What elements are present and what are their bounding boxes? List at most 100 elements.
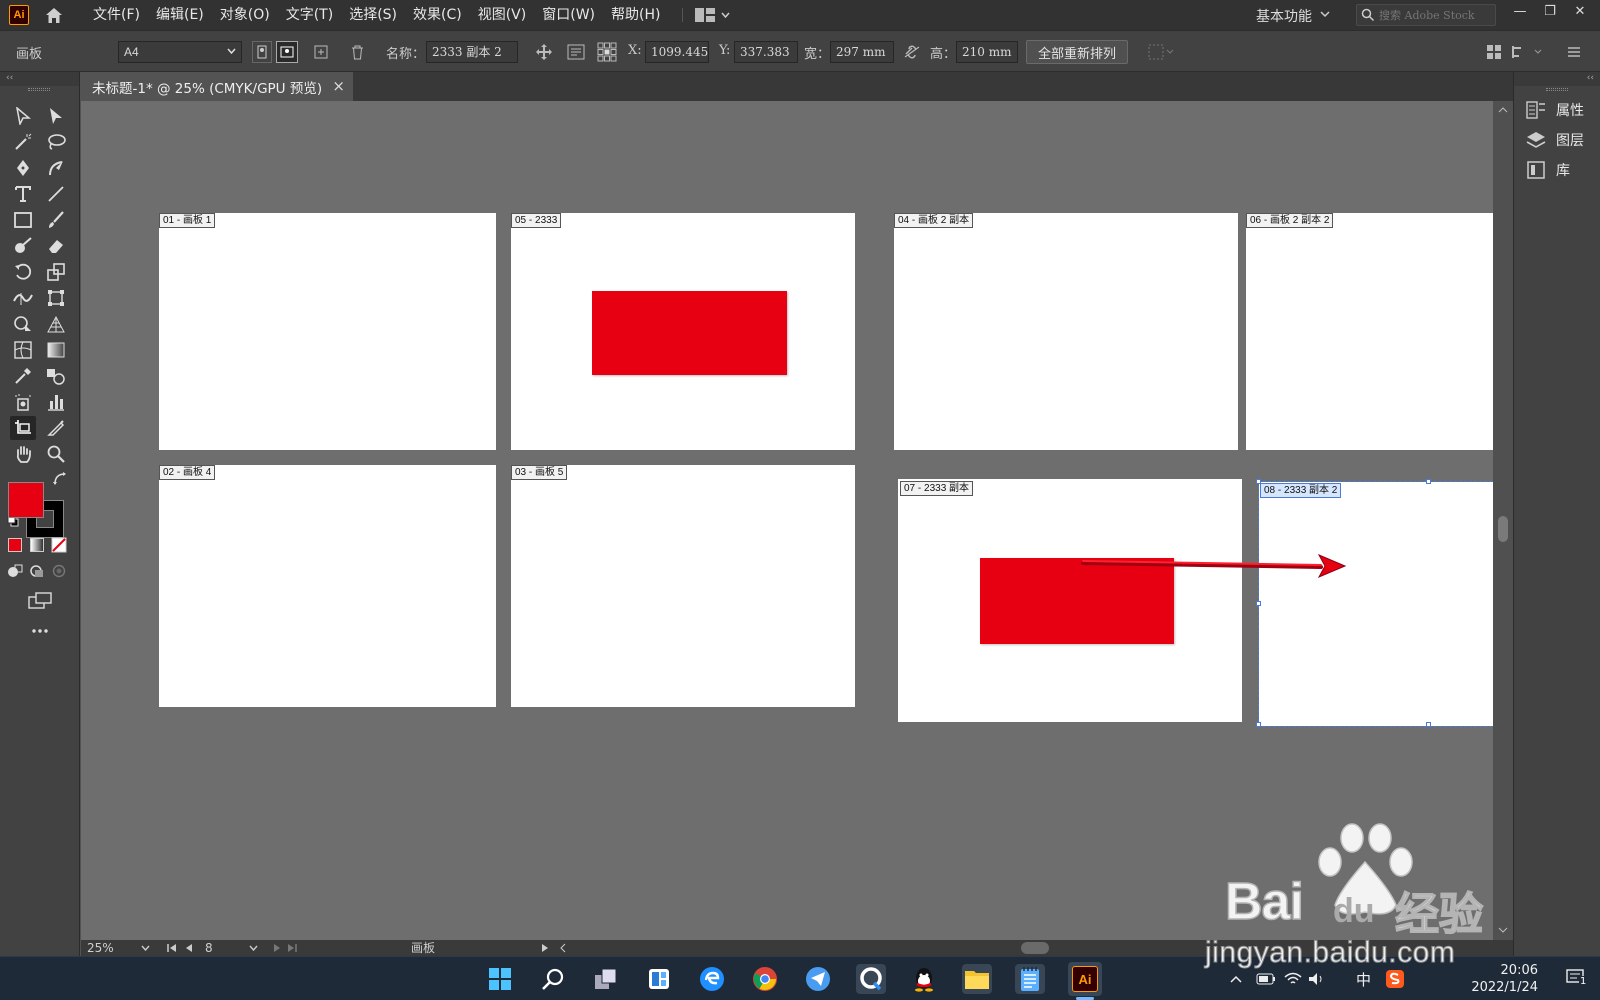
align-options-icon[interactable]	[1146, 42, 1176, 62]
landscape-icon[interactable]	[276, 41, 298, 63]
search-input[interactable]	[1379, 8, 1489, 22]
next-artboard-icon[interactable]	[273, 943, 281, 953]
eraser-tool-icon[interactable]	[43, 234, 69, 258]
zoom-level[interactable]: 25%	[87, 940, 114, 956]
chevron-up-icon[interactable]	[1230, 975, 1242, 983]
type-tool-icon[interactable]	[10, 182, 36, 206]
home-icon[interactable]	[43, 4, 65, 26]
windows-start-icon[interactable]	[485, 964, 515, 994]
none-mode-icon[interactable]	[48, 534, 70, 556]
column-graph-tool-icon[interactable]	[43, 390, 69, 414]
magic-wand-tool-icon[interactable]	[10, 130, 36, 154]
notification-center[interactable]: 1	[1566, 969, 1590, 991]
mesh-tool-icon[interactable]	[10, 338, 36, 362]
widgets-icon[interactable]	[644, 964, 674, 994]
width-tool-icon[interactable]	[10, 286, 36, 310]
line-tool-icon[interactable]	[43, 182, 69, 206]
paintbrush-tool-icon[interactable]	[43, 208, 69, 232]
collapse-panel-icon[interactable]: ‹‹	[1514, 72, 1600, 86]
panel-grip[interactable]	[1546, 88, 1568, 91]
link-icon[interactable]	[902, 43, 922, 61]
feishu-icon[interactable]	[803, 964, 833, 994]
direct-selection-tool-icon[interactable]	[43, 104, 69, 128]
status-menu-icon[interactable]	[541, 943, 549, 953]
menu-type[interactable]: 文字(T)	[278, 0, 341, 30]
symbol-sprayer-tool-icon[interactable]	[10, 390, 36, 414]
scroll-up-icon[interactable]	[1498, 107, 1508, 113]
gradient-mode-icon[interactable]	[26, 534, 48, 556]
menu-effect[interactable]: 效果(C)	[405, 0, 470, 30]
x-field[interactable]: 1099.445	[645, 41, 709, 63]
chevron-down-icon[interactable]	[141, 945, 150, 951]
search-icon[interactable]	[538, 964, 568, 994]
sogou-input-icon[interactable]	[1385, 969, 1405, 989]
scroll-left-icon[interactable]	[559, 943, 567, 953]
hand-tool-icon[interactable]	[10, 442, 36, 466]
edit-toolbar-icon[interactable]	[26, 622, 54, 640]
arrange-documents-button[interactable]	[682, 8, 731, 22]
horizontal-scroll-thumb[interactable]	[1021, 942, 1049, 954]
lasso-tool-icon[interactable]	[43, 130, 69, 154]
menu-window[interactable]: 窗口(W)	[534, 0, 603, 30]
zoom-tool-icon[interactable]	[43, 442, 69, 466]
blend-tool-icon[interactable]	[43, 364, 69, 388]
close-document-icon[interactable]: ×	[332, 77, 345, 95]
menu-select[interactable]: 选择(S)	[341, 0, 405, 30]
qq-icon[interactable]	[909, 964, 939, 994]
menu-file[interactable]: 文件(F)	[85, 0, 148, 30]
shape-builder-tool-icon[interactable]	[10, 312, 36, 336]
delete-artboard-icon[interactable]	[348, 43, 366, 61]
portrait-icon[interactable]	[252, 41, 272, 63]
eyedropper-tool-icon[interactable]	[10, 364, 36, 388]
menu-help[interactable]: 帮助(H)	[603, 0, 668, 30]
slice-tool-icon[interactable]	[43, 416, 69, 440]
scale-tool-icon[interactable]	[43, 260, 69, 284]
draw-inside-icon[interactable]	[48, 560, 70, 582]
illustrator-taskbar-icon[interactable]: Ai	[1068, 962, 1102, 996]
stock-search[interactable]	[1356, 4, 1496, 26]
panel-libraries[interactable]: 库	[1526, 160, 1570, 180]
gradient-tool-icon[interactable]	[43, 338, 69, 362]
scroll-down-icon[interactable]	[1498, 927, 1508, 933]
selection-tool-icon[interactable]	[10, 104, 36, 128]
shaper-tool-icon[interactable]	[10, 234, 36, 258]
scroll-thumb[interactable]	[1498, 516, 1508, 542]
panel-layers[interactable]: 图层	[1526, 130, 1584, 150]
restore-button[interactable]: ❐	[1536, 0, 1564, 22]
screen-mode-icon[interactable]	[26, 590, 54, 612]
draw-behind-icon[interactable]	[26, 560, 48, 582]
volume-icon[interactable]	[1308, 972, 1326, 986]
curvature-tool-icon[interactable]	[43, 156, 69, 180]
free-transform-tool-icon[interactable]	[43, 286, 69, 310]
input-method-indicator[interactable]: 中	[1356, 969, 1371, 990]
draw-normal-icon[interactable]	[4, 560, 26, 582]
workspace-switcher[interactable]: 基本功能	[1256, 6, 1312, 26]
height-field[interactable]: 210 mm	[956, 41, 1018, 63]
edge-browser-icon[interactable]	[697, 964, 727, 994]
menu-view[interactable]: 视图(V)	[470, 0, 535, 30]
minimize-button[interactable]: —	[1506, 0, 1534, 22]
last-artboard-icon[interactable]	[287, 943, 297, 953]
toolbox-grip[interactable]	[28, 88, 50, 91]
color-mode-icon[interactable]	[4, 534, 26, 556]
artboard-name-field[interactable]: 2333 副本 2	[426, 41, 518, 63]
close-window-button[interactable]: ✕	[1566, 0, 1594, 22]
pen-tool-icon[interactable]	[10, 156, 36, 180]
artboard-options-icon[interactable]	[566, 42, 586, 62]
battery-icon[interactable]	[1256, 973, 1276, 985]
artboard-preset-select[interactable]: A4	[118, 41, 242, 63]
vertical-scrollbar[interactable]	[1493, 101, 1513, 940]
rectangle-tool-icon[interactable]	[10, 208, 36, 232]
width-field[interactable]: 297 mm	[830, 41, 894, 63]
collapse-toolbox-icon[interactable]: ‹‹	[0, 72, 79, 86]
artboard-tool-icon[interactable]	[10, 416, 36, 440]
y-field[interactable]: 337.383	[734, 41, 798, 63]
notepad-icon[interactable]	[1015, 964, 1045, 994]
panel-properties[interactable]: 属性	[1526, 100, 1584, 120]
menu-edit[interactable]: 编辑(E)	[148, 0, 212, 30]
chevron-down-icon[interactable]	[1320, 8, 1330, 20]
rotate-tool-icon[interactable]	[10, 260, 36, 284]
new-artboard-icon[interactable]	[312, 43, 330, 61]
app-logo[interactable]: Ai	[9, 5, 29, 25]
reference-point-icon[interactable]	[596, 40, 618, 64]
